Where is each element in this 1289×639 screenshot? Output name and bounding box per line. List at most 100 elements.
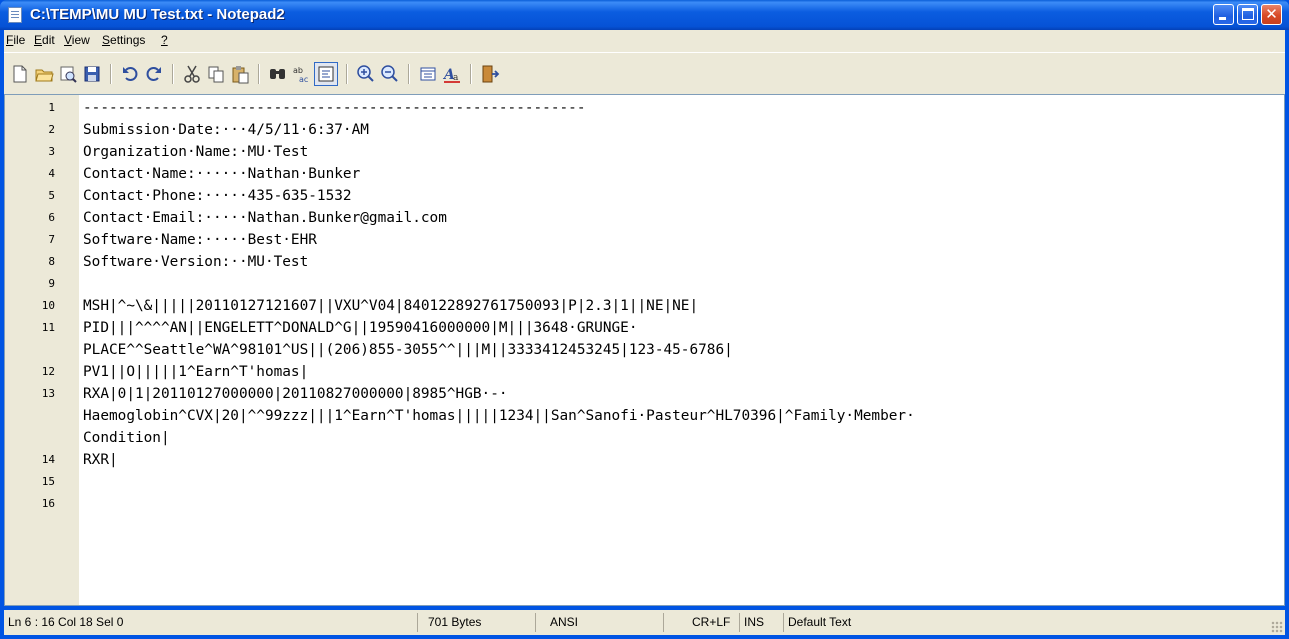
menu-edit[interactable]: Edit [34, 33, 55, 47]
open-folder-icon[interactable] [34, 64, 54, 84]
close-button[interactable]: ✕ [1261, 4, 1282, 25]
exit-icon[interactable] [480, 64, 500, 84]
scheme-icon[interactable] [418, 64, 438, 84]
toolbar-separator [408, 64, 410, 84]
status-insert-mode: INS [740, 613, 784, 632]
cut-icon[interactable] [182, 64, 202, 84]
line-number: 5 [48, 189, 55, 202]
editor-line[interactable]: 6 Contact·Email:·····Nathan.Bunker@gmail.… [5, 207, 1284, 229]
line-number: 15 [41, 475, 55, 488]
editor-line[interactable]: 9 [5, 273, 1284, 295]
editor-line[interactable]: 4 Contact·Name:······Nathan·Bunker [5, 163, 1284, 185]
line-text[interactable]: RXR| [83, 449, 118, 471]
status-line-ending[interactable]: CR+LF [664, 613, 740, 632]
find-icon[interactable] [268, 64, 288, 84]
editor-line[interactable]: Haemoglobin^CVX|20|^^99zzz|||1^Earn^T'ho… [5, 405, 1284, 427]
title-bar[interactable]: C:\TEMP\MU MU Test.txt - Notepad2 ✕ [0, 0, 1289, 30]
line-number: 7 [48, 233, 55, 246]
minimize-icon [1219, 17, 1226, 20]
zoom-out-icon[interactable] [380, 64, 400, 84]
text-editor[interactable]: 1 ---------------------------------------… [4, 94, 1285, 606]
line-number: 6 [48, 211, 55, 224]
maximize-button[interactable] [1237, 4, 1258, 25]
status-position: Ln 6 : 16 Col 18 Sel 0 [4, 613, 418, 632]
editor-line[interactable]: 1 ---------------------------------------… [5, 97, 1284, 119]
line-number: 1 [48, 101, 55, 114]
editor-line[interactable]: PLACE^^Seattle^WA^98101^US||(206)855-305… [5, 339, 1284, 361]
editor-line[interactable]: Condition| [5, 427, 1284, 449]
word-wrap-button[interactable] [314, 62, 338, 86]
resize-grip[interactable] [1271, 621, 1283, 633]
line-text[interactable]: MSH|^~\&|||||20110127121607||VXU^V04|840… [83, 295, 698, 317]
line-text[interactable]: Contact·Phone:·····435-635-1532 [83, 185, 352, 207]
editor-line[interactable]: 3 Organization·Name:·MU·Test [5, 141, 1284, 163]
editor-line[interactable]: 8 Software·Version:··MU·Test [5, 251, 1284, 273]
notepad2-window: C:\TEMP\MU MU Test.txt - Notepad2 ✕ File… [0, 0, 1289, 639]
line-text[interactable]: Software·Name:·····Best·EHR [83, 229, 317, 251]
font-icon[interactable]: Aa [442, 64, 462, 84]
editor-line[interactable]: 5 Contact·Phone:·····435-635-1532 [5, 185, 1284, 207]
line-text[interactable]: Condition| [83, 427, 170, 449]
toolbar-separator [470, 64, 472, 84]
status-bar: Ln 6 : 16 Col 18 Sel 0 701 Bytes ANSI CR… [4, 610, 1285, 635]
editor-line[interactable]: 15 [5, 471, 1284, 493]
replace-icon[interactable]: abac [292, 64, 312, 84]
editor-line[interactable]: 12 PV1||O|||||1^Earn^T'homas| [5, 361, 1284, 383]
word-wrap-icon [318, 66, 334, 82]
editor-line[interactable]: 2 Submission·Date:···4/5/11·6:37·AM [5, 119, 1284, 141]
line-number: 9 [48, 277, 55, 290]
status-encoding[interactable]: ANSI [536, 613, 664, 632]
menu-file[interactable]: File [6, 33, 25, 47]
close-icon: ✕ [1265, 5, 1278, 23]
line-text[interactable]: ----------------------------------------… [83, 97, 586, 119]
toolbar-separator [172, 64, 174, 84]
line-text[interactable]: PID|||^^^^AN||ENGELETT^DONALD^G||1959041… [83, 317, 638, 339]
editor-line[interactable]: 13 RXA|0|1|20110127000000|20110827000000|… [5, 383, 1284, 405]
line-number: 10 [41, 299, 55, 312]
editor-line[interactable]: 16 [5, 493, 1284, 515]
line-text[interactable]: Software·Version:··MU·Test [83, 251, 308, 273]
line-text[interactable]: Contact·Name:······Nathan·Bunker [83, 163, 360, 185]
editor-line[interactable]: 10 MSH|^~\&|||||20110127121607||VXU^V04|8… [5, 295, 1284, 317]
svg-text:ac: ac [299, 75, 308, 84]
line-number: 4 [48, 167, 55, 180]
copy-icon[interactable] [206, 64, 226, 84]
editor-lines: 1 ---------------------------------------… [5, 97, 1284, 515]
browse-icon[interactable] [58, 64, 78, 84]
line-number: 11 [41, 321, 55, 334]
line-text[interactable]: Submission·Date:···4/5/11·6:37·AM [83, 119, 369, 141]
status-scheme[interactable]: Default Text [784, 613, 1264, 632]
line-number: 12 [41, 365, 55, 378]
line-number: 16 [41, 497, 55, 510]
undo-icon[interactable] [120, 64, 140, 84]
new-file-icon[interactable] [10, 64, 30, 84]
line-number: 14 [41, 453, 55, 466]
line-text[interactable]: RXA|0|1|20110127000000|20110827000000|89… [83, 383, 508, 405]
notepad-app-icon[interactable] [8, 7, 22, 23]
line-text[interactable]: PLACE^^Seattle^WA^98101^US||(206)855-305… [83, 339, 733, 361]
status-file-size: 701 Bytes [418, 613, 536, 632]
editor-line[interactable]: 7 Software·Name:·····Best·EHR [5, 229, 1284, 251]
paste-icon[interactable] [230, 64, 250, 84]
line-number: 13 [41, 387, 55, 400]
toolbar-separator [258, 64, 260, 84]
line-text[interactable]: Haemoglobin^CVX|20|^^99zzz|||1^Earn^T'ho… [83, 405, 915, 427]
toolbar: ab ac Aa [4, 52, 1285, 94]
redo-icon[interactable] [144, 64, 164, 84]
maximize-icon [1242, 8, 1254, 20]
zoom-in-icon[interactable] [356, 64, 376, 84]
line-text[interactable]: Contact·Email:·····Nathan.Bunker@gmail.c… [83, 207, 447, 229]
line-text[interactable]: PV1||O|||||1^Earn^T'homas| [83, 361, 308, 383]
editor-line[interactable]: 11 PID|||^^^^AN||ENGELETT^DONALD^G||19590… [5, 317, 1284, 339]
menu-settings[interactable]: Settings [102, 33, 145, 47]
menu-view[interactable]: View [64, 33, 90, 47]
menu-help[interactable]: ? [161, 33, 168, 47]
line-number: 2 [48, 123, 55, 136]
line-number: 8 [48, 255, 55, 268]
line-text[interactable]: Organization·Name:·MU·Test [83, 141, 308, 163]
menu-bar: File Edit View Settings ? [4, 30, 1285, 52]
window-title: C:\TEMP\MU MU Test.txt - Notepad2 [30, 6, 285, 23]
editor-line[interactable]: 14 RXR| [5, 449, 1284, 471]
minimize-button[interactable] [1213, 4, 1234, 25]
save-icon[interactable] [82, 64, 102, 84]
